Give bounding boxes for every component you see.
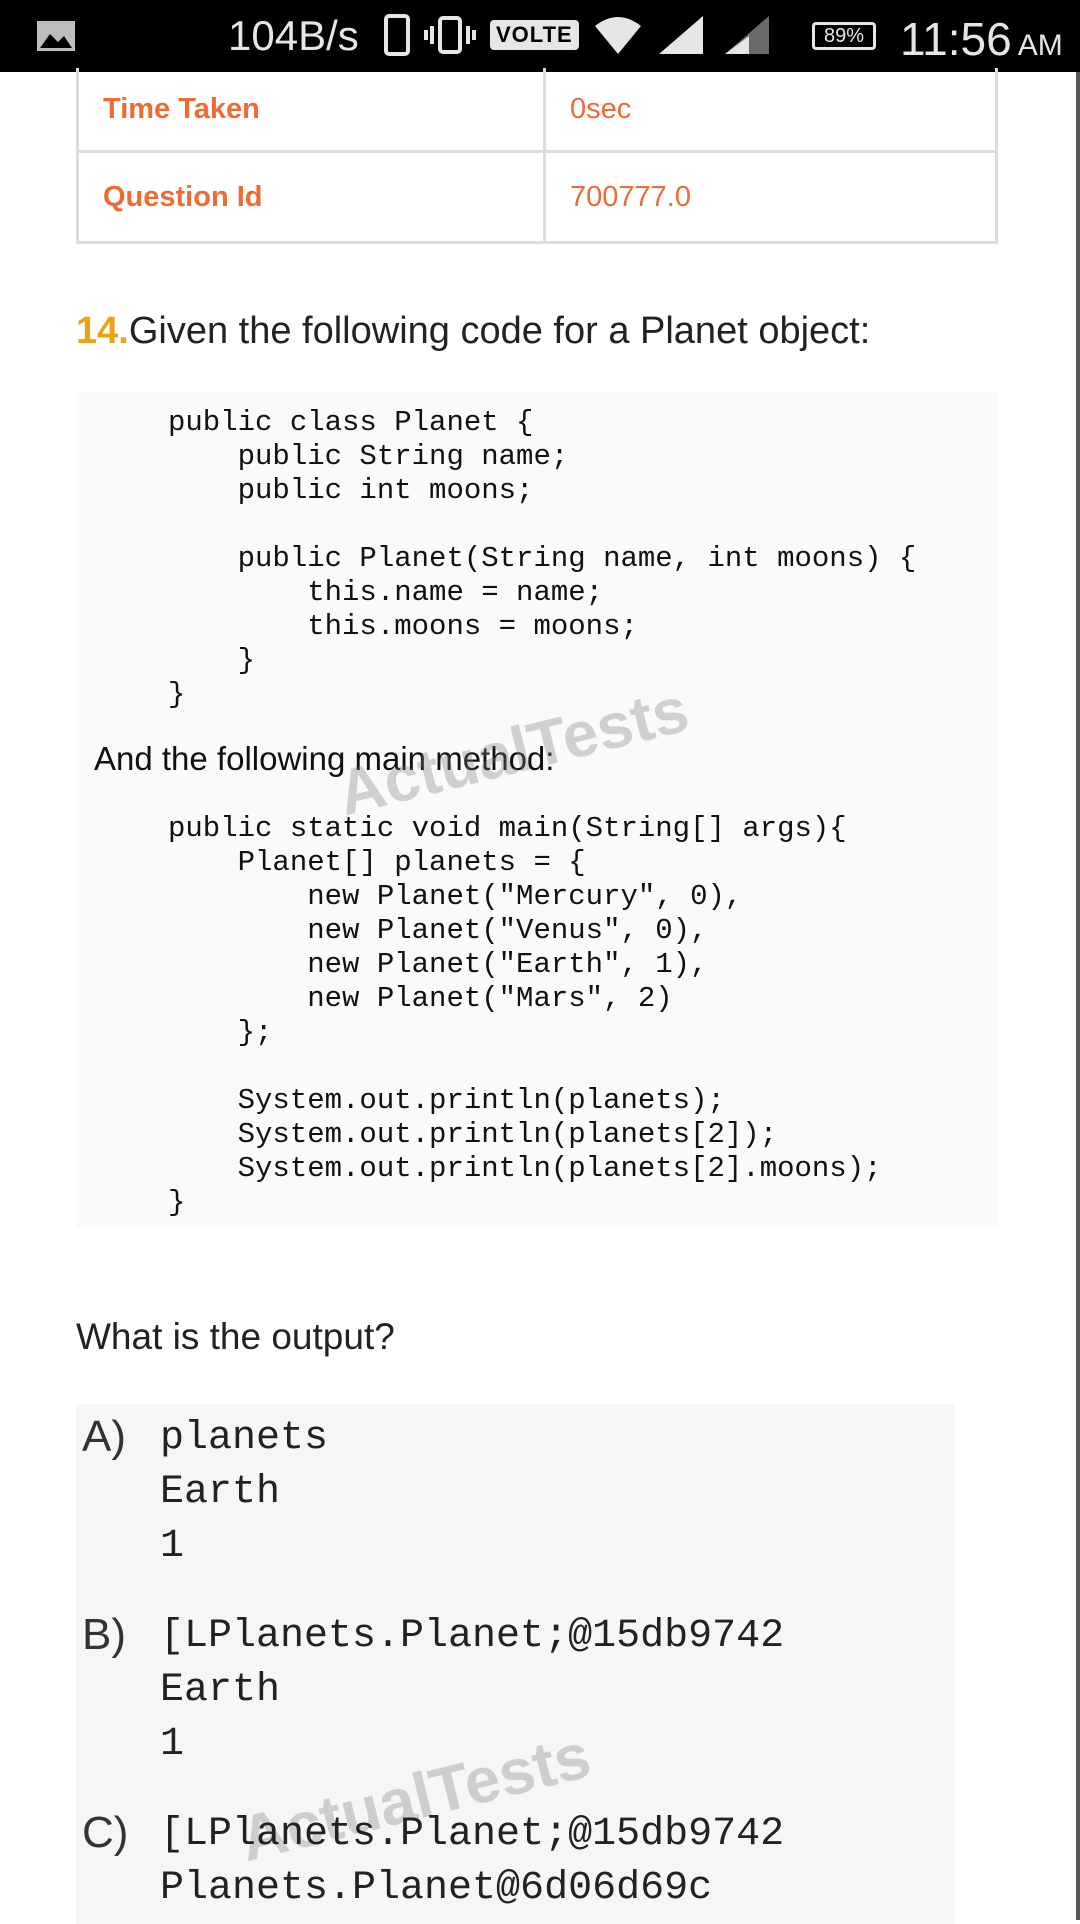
result-info-table: Time Taken 0sec Question Id 700777.0 [76, 68, 998, 244]
status-bar: 104B/s VOLTE 89% 11:56 AM [0, 0, 1080, 72]
signal-icon [658, 16, 703, 54]
phone-icon [384, 14, 410, 56]
battery-level: 89% [823, 24, 865, 47]
option-text: [LPlanets.Planet;@15db9742 Planets.Plane… [160, 1812, 785, 1911]
main-method-code: public static void main(String[] args){ … [168, 812, 882, 1219]
scroll-edge [1076, 72, 1080, 1920]
status-icons: VOLTE [384, 14, 775, 56]
signal-2-icon [724, 16, 769, 54]
question-heading: 14.Given the following code for a Planet… [76, 310, 870, 353]
option-b[interactable]: B) [LPlanets.Planet;@15db9742 Earth 1 [82, 1610, 784, 1772]
gallery-notification-icon [37, 21, 75, 51]
option-a[interactable]: A) planets Earth 1 [82, 1412, 328, 1574]
question-number: 14. [76, 310, 129, 352]
clock-time: 11:56 [900, 13, 1012, 65]
vibrate-icon [424, 16, 476, 54]
network-speed: 104B/s [228, 12, 359, 59]
question-id-label: Question Id [76, 150, 546, 244]
time-taken-label: Time Taken [76, 68, 546, 153]
answer-options-image: A) planets Earth 1 B) [LPlanets.Planet;@… [76, 1404, 954, 1924]
option-c[interactable]: C) [LPlanets.Planet;@15db9742 Planets.Pl… [82, 1808, 784, 1916]
clock: 11:56 AM [900, 12, 1063, 66]
planet-class-code: public class Planet { public String name… [168, 406, 917, 711]
wifi-icon [594, 17, 641, 54]
time-taken-value: 0sec [543, 68, 998, 153]
option-letter: C) [82, 1808, 129, 1857]
option-text: planets Earth 1 [160, 1416, 329, 1569]
code-image: public class Planet { public String name… [76, 392, 998, 1228]
question-text: Given the following code for a Planet ob… [128, 310, 871, 352]
question-id-value: 700777.0 [543, 150, 998, 244]
option-letter: A) [82, 1412, 126, 1461]
question-prompt: What is the output? [76, 1316, 395, 1357]
battery-icon: 89% [812, 22, 876, 50]
clock-ampm: AM [1017, 29, 1063, 62]
table-row: Time Taken 0sec [76, 68, 998, 153]
volte-badge: VOLTE [490, 20, 579, 50]
option-letter: B) [82, 1610, 126, 1659]
table-row: Question Id 700777.0 [76, 150, 998, 244]
